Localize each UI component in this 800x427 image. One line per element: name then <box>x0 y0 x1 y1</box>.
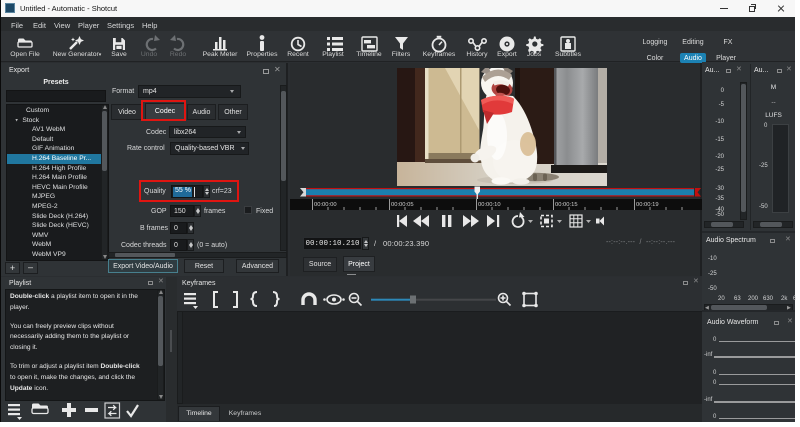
svg-text:00:00:05: 00:00:05 <box>391 202 414 208</box>
svg-text:00:00:19: 00:00:19 <box>636 202 659 208</box>
svg-text:00:00:00: 00:00:00 <box>314 202 337 208</box>
svg-text:00:00:15: 00:00:15 <box>555 202 578 208</box>
svg-text:00:00:10: 00:00:10 <box>478 202 501 208</box>
